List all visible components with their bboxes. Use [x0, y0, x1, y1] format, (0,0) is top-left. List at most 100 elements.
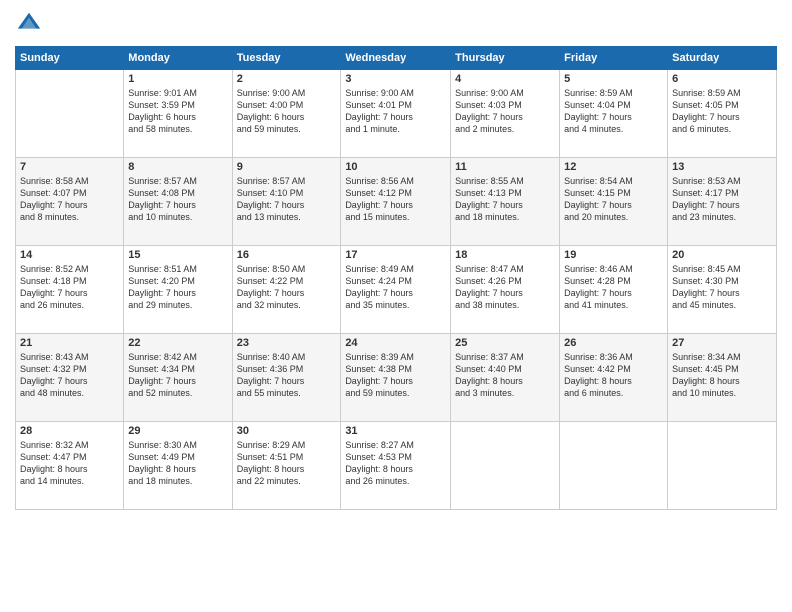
day-cell [451, 422, 560, 510]
day-number: 16 [237, 249, 337, 261]
day-info: Sunrise: 8:30 AMSunset: 4:49 PMDaylight:… [128, 439, 227, 488]
day-info: Sunrise: 9:01 AMSunset: 3:59 PMDaylight:… [128, 87, 227, 136]
day-number: 19 [564, 249, 663, 261]
day-number: 14 [20, 249, 119, 261]
day-info: Sunrise: 8:36 AMSunset: 4:42 PMDaylight:… [564, 351, 663, 400]
day-number: 15 [128, 249, 227, 261]
day-info: Sunrise: 9:00 AMSunset: 4:03 PMDaylight:… [455, 87, 555, 136]
day-cell: 17 Sunrise: 8:49 AMSunset: 4:24 PMDayligh… [341, 246, 451, 334]
day-info: Sunrise: 8:51 AMSunset: 4:20 PMDaylight:… [128, 263, 227, 312]
day-cell: 9Sunrise: 8:57 AMSunset: 4:10 PMDaylight… [232, 158, 341, 246]
day-cell: 31 Sunrise: 8:27 AMSunset: 4:53 PMDayligh… [341, 422, 451, 510]
day-info: Sunrise: 8:58 AMSunset: 4:07 PMDaylight:… [20, 175, 119, 224]
day-number: 20 [672, 249, 772, 261]
week-row-2: 7Sunrise: 8:58 AMSunset: 4:07 PMDaylight… [16, 158, 777, 246]
day-cell: 22 Sunrise: 8:42 AMSunset: 4:34 PMDayligh… [124, 334, 232, 422]
day-cell [560, 422, 668, 510]
day-info: Sunrise: 8:59 AMSunset: 4:05 PMDaylight:… [672, 87, 772, 136]
day-number: 2 [237, 73, 337, 85]
calendar-table: SundayMondayTuesdayWednesdayThursdayFrid… [15, 46, 777, 510]
day-number: 27 [672, 337, 772, 349]
day-number: 8 [128, 161, 227, 173]
logo-icon [15, 10, 43, 38]
day-header-monday: Monday [124, 47, 232, 70]
day-cell: 27 Sunrise: 8:34 AMSunset: 4:45 PMDayligh… [668, 334, 777, 422]
day-cell: 28 Sunrise: 8:32 AMSunset: 4:47 PMDayligh… [16, 422, 124, 510]
day-number: 18 [455, 249, 555, 261]
day-cell: 18 Sunrise: 8:47 AMSunset: 4:26 PMDayligh… [451, 246, 560, 334]
day-info: Sunrise: 8:46 AMSunset: 4:28 PMDaylight:… [564, 263, 663, 312]
day-number: 24 [345, 337, 446, 349]
day-info: Sunrise: 8:45 AMSunset: 4:30 PMDaylight:… [672, 263, 772, 312]
day-cell: 16 Sunrise: 8:50 AMSunset: 4:22 PMDayligh… [232, 246, 341, 334]
day-number: 21 [20, 337, 119, 349]
day-cell: 8 Sunrise: 8:57 AMSunset: 4:08 PMDaylight… [124, 158, 232, 246]
day-cell: 15 Sunrise: 8:51 AMSunset: 4:20 PMDayligh… [124, 246, 232, 334]
week-row-3: 14Sunrise: 8:52 AMSunset: 4:18 PMDayligh… [16, 246, 777, 334]
day-cell: 6 Sunrise: 8:59 AMSunset: 4:05 PMDaylight… [668, 70, 777, 158]
day-number: 22 [128, 337, 227, 349]
day-info: Sunrise: 8:27 AMSunset: 4:53 PMDaylight:… [345, 439, 446, 488]
day-info: Sunrise: 8:47 AMSunset: 4:26 PMDaylight:… [455, 263, 555, 312]
day-cell: 5Sunrise: 8:59 AMSunset: 4:04 PMDaylight… [560, 70, 668, 158]
day-cell [16, 70, 124, 158]
day-info: Sunrise: 8:32 AMSunset: 4:47 PMDaylight:… [20, 439, 119, 488]
day-number: 17 [345, 249, 446, 261]
calendar-container: SundayMondayTuesdayWednesdayThursdayFrid… [0, 0, 792, 612]
day-cell [668, 422, 777, 510]
day-info: Sunrise: 8:55 AMSunset: 4:13 PMDaylight:… [455, 175, 555, 224]
day-info: Sunrise: 8:57 AMSunset: 4:08 PMDaylight:… [128, 175, 227, 224]
day-cell: 19 Sunrise: 8:46 AMSunset: 4:28 PMDayligh… [560, 246, 668, 334]
day-number: 30 [237, 425, 337, 437]
day-info: Sunrise: 8:50 AMSunset: 4:22 PMDaylight:… [237, 263, 337, 312]
day-number: 12 [564, 161, 663, 173]
day-number: 28 [20, 425, 119, 437]
day-info: Sunrise: 8:43 AMSunset: 4:32 PMDaylight:… [20, 351, 119, 400]
day-cell: 23 Sunrise: 8:40 AMSunset: 4:36 PMDayligh… [232, 334, 341, 422]
day-number: 10 [345, 161, 446, 173]
day-info: Sunrise: 8:42 AMSunset: 4:34 PMDaylight:… [128, 351, 227, 400]
day-number: 9 [237, 161, 337, 173]
day-info: Sunrise: 8:34 AMSunset: 4:45 PMDaylight:… [672, 351, 772, 400]
day-number: 13 [672, 161, 772, 173]
day-cell: 7Sunrise: 8:58 AMSunset: 4:07 PMDaylight… [16, 158, 124, 246]
day-header-thursday: Thursday [451, 47, 560, 70]
day-cell: 30 Sunrise: 8:29 AMSunset: 4:51 PMDayligh… [232, 422, 341, 510]
day-number: 1 [128, 73, 227, 85]
day-cell: 14Sunrise: 8:52 AMSunset: 4:18 PMDayligh… [16, 246, 124, 334]
header-row: SundayMondayTuesdayWednesdayThursdayFrid… [16, 47, 777, 70]
day-info: Sunrise: 8:39 AMSunset: 4:38 PMDaylight:… [345, 351, 446, 400]
day-number: 31 [345, 425, 446, 437]
week-row-1: 1 Sunrise: 9:01 AMSunset: 3:59 PMDaylight… [16, 70, 777, 158]
day-cell: 12Sunrise: 8:54 AMSunset: 4:15 PMDayligh… [560, 158, 668, 246]
day-info: Sunrise: 8:37 AMSunset: 4:40 PMDaylight:… [455, 351, 555, 400]
day-info: Sunrise: 9:00 AMSunset: 4:01 PMDaylight:… [345, 87, 446, 136]
day-cell: 25 Sunrise: 8:37 AMSunset: 4:40 PMDayligh… [451, 334, 560, 422]
day-cell: 10 Sunrise: 8:56 AMSunset: 4:12 PMDayligh… [341, 158, 451, 246]
day-number: 29 [128, 425, 227, 437]
day-header-tuesday: Tuesday [232, 47, 341, 70]
day-header-wednesday: Wednesday [341, 47, 451, 70]
day-info: Sunrise: 8:59 AMSunset: 4:04 PMDaylight:… [564, 87, 663, 136]
day-number: 23 [237, 337, 337, 349]
day-number: 11 [455, 161, 555, 173]
day-cell: 3 Sunrise: 9:00 AMSunset: 4:01 PMDaylight… [341, 70, 451, 158]
day-number: 3 [345, 73, 446, 85]
day-cell: 20 Sunrise: 8:45 AMSunset: 4:30 PMDayligh… [668, 246, 777, 334]
day-info: Sunrise: 8:29 AMSunset: 4:51 PMDaylight:… [237, 439, 337, 488]
day-number: 4 [455, 73, 555, 85]
header [15, 10, 777, 38]
day-cell: 13Sunrise: 8:53 AMSunset: 4:17 PMDayligh… [668, 158, 777, 246]
day-cell: 29 Sunrise: 8:30 AMSunset: 4:49 PMDayligh… [124, 422, 232, 510]
day-cell: 24 Sunrise: 8:39 AMSunset: 4:38 PMDayligh… [341, 334, 451, 422]
day-number: 6 [672, 73, 772, 85]
day-cell: 26 Sunrise: 8:36 AMSunset: 4:42 PMDayligh… [560, 334, 668, 422]
day-number: 26 [564, 337, 663, 349]
day-info: Sunrise: 8:49 AMSunset: 4:24 PMDaylight:… [345, 263, 446, 312]
day-info: Sunrise: 8:40 AMSunset: 4:36 PMDaylight:… [237, 351, 337, 400]
day-cell: 4 Sunrise: 9:00 AMSunset: 4:03 PMDaylight… [451, 70, 560, 158]
day-number: 25 [455, 337, 555, 349]
day-info: Sunrise: 8:56 AMSunset: 4:12 PMDaylight:… [345, 175, 446, 224]
day-info: Sunrise: 9:00 AMSunset: 4:00 PMDaylight:… [237, 87, 337, 136]
day-cell: 1 Sunrise: 9:01 AMSunset: 3:59 PMDaylight… [124, 70, 232, 158]
